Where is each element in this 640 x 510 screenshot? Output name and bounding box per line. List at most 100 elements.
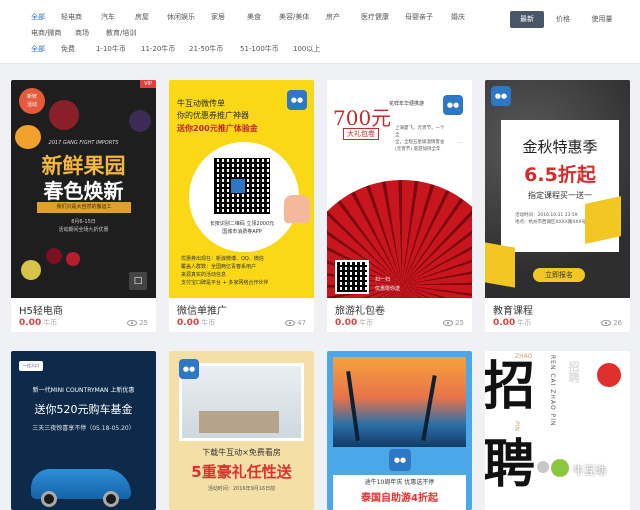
poster-address: 活动期间全场九折优惠 [58, 227, 109, 233]
poster-date: 活动时间：2016年9月16日前 [207, 486, 276, 492]
card-title[interactable]: 教育课程 [493, 302, 533, 317]
poster-details: 活动时间：2016.10.31 23:59 地点：杭州市西湖区XXXX路XXX号 [515, 213, 587, 225]
eye-icon [285, 320, 296, 326]
qr-caption: 扫一扫 [375, 277, 391, 283]
watermark-icon [537, 461, 549, 473]
poster-price: 700元 [333, 106, 392, 130]
watermark-text: 牛互动 [573, 464, 606, 477]
filter-category-medical[interactable]: 医疗健康 [361, 10, 389, 24]
sort-price-button[interactable]: 价格 [548, 11, 578, 28]
brand-logo: 一位人口 [19, 361, 43, 371]
filter-price-21-50[interactable]: 21-50牛币 [189, 42, 223, 56]
filter-category-realestate[interactable]: 房产 [326, 10, 340, 24]
poster-subtitle: 大礼包卷 [343, 128, 379, 140]
poster-brand: 牛互动微传单 [177, 99, 225, 108]
card-title[interactable]: 微信单推广 [177, 302, 227, 317]
filter-price-all[interactable]: 全部 [31, 42, 45, 56]
filter-category-leisure[interactable]: 休闲娱乐 [167, 10, 195, 24]
share-icon[interactable]: □ [129, 272, 147, 290]
template-card[interactable]: 新鲜 活动 VIP 2017 GANG FIGHT IMPORTS 新鲜果园 春… [11, 80, 156, 332]
view-count: 25 [443, 319, 464, 327]
poster-headline: 泰国自助游4折起 [361, 493, 438, 504]
sort-latest-button[interactable]: 最新 [510, 11, 544, 28]
filter-category-ecommerce[interactable]: 轻电商 [61, 10, 82, 24]
filter-price-100-plus[interactable]: 100以上 [293, 42, 320, 56]
template-card[interactable]: 700元 大礼包卷 ●● 花样年华便携游 上海夏飞，元宵节，一个全 全，全程五星… [327, 80, 472, 332]
filter-category-beauty[interactable]: 美容/美体 [279, 10, 309, 24]
filter-price-51-100[interactable]: 51-100牛币 [240, 42, 279, 56]
template-card[interactable]: 一位人口 新一代MINI COUNTRYMAN 上新优惠 送你520元购车基金 … [11, 351, 156, 510]
eye-icon [127, 320, 138, 326]
template-thumbnail[interactable]: 700元 大礼包卷 ●● 花样年华便携游 上海夏飞，元宵节，一个全 全，全程五星… [327, 80, 472, 298]
brand-logo: ●● [179, 359, 199, 379]
filter-category-food[interactable]: 美食 [247, 10, 261, 24]
car-wheel [103, 491, 119, 507]
view-count: 47 [285, 319, 306, 327]
filter-category-wechat-commerce[interactable]: 电商/微商 [31, 26, 61, 40]
qr-logo [231, 179, 245, 193]
card-price: 0.00 牛币 [19, 318, 58, 328]
filter-category-all[interactable]: 全部 [31, 10, 45, 24]
filter-price-11-20[interactable]: 11-20牛币 [141, 42, 175, 56]
filter-category-home[interactable]: 家居 [211, 10, 225, 24]
filter-panel: 全部 轻电商 汽车 房屋 休闲娱乐 家居 美食 美容/美体 房产 医疗健康 母婴… [0, 0, 640, 64]
template-thumbnail[interactable]: ZHAO 招 聘 PIN REN CAI ZHAO PIN 招聘 牛互动 [485, 351, 630, 510]
poster-date: 8月6-15日 [71, 219, 96, 225]
template-thumbnail[interactable]: ●● 下载牛互动×免费看房 5重豪礼任性送 活动时间：2016年9月16日前 [169, 351, 314, 510]
sort-usage-button[interactable]: 使用量 [584, 11, 620, 28]
poster-tagline: 新一代MINI COUNTRYMAN 上新优惠 [32, 387, 135, 394]
poster-headline: 金秋特惠季 [522, 138, 598, 156]
poster-vertical-text: ⋮ [457, 140, 463, 145]
filter-category-wedding[interactable]: 婚庆 [451, 10, 465, 24]
poster-headline: 5重豪礼任性送 [191, 463, 292, 481]
watermark-logo [551, 459, 569, 477]
brand-logo: ●● [491, 86, 511, 106]
poster-tagline: 途牛10周年庆 优惠送不停 [364, 479, 435, 486]
car-wheel [41, 491, 57, 507]
poster-side-text: 招聘 [567, 361, 580, 383]
poster-tagline: 2017 GANG FIGHT IMPORTS [48, 140, 119, 146]
qr-caption-2: 国城市消费券APP [222, 229, 262, 235]
card-title[interactable]: H5轻电商 [19, 302, 63, 317]
poster-side-text: REN CAI ZHAO PIN [549, 355, 556, 427]
red-sun [597, 363, 621, 387]
poster-headline: 你的优惠券推广神器 [177, 111, 249, 120]
poster-tagline: 下载牛互动×免费看房 [202, 448, 281, 457]
yellow-accent [485, 242, 515, 288]
template-card[interactable]: ●● 金秋特惠季 6.5折起 指定课程买一送一 活动时间：2016.10.31 … [485, 80, 630, 332]
template-thumbnail[interactable]: 牛互动微传单 你的优惠券推广神器 送你200元推广体验金 ●● 长按识别二维码 … [169, 80, 314, 298]
qr-caption-2: 优惠限你送 [375, 286, 401, 292]
filter-category-auto[interactable]: 汽车 [101, 10, 115, 24]
template-card[interactable]: ZHAO 招 聘 PIN REN CAI ZHAO PIN 招聘 牛互动 [485, 351, 630, 510]
poster-pinyin: PIN [513, 421, 520, 431]
template-thumbnail[interactable]: 新鲜 活动 VIP 2017 GANG FIGHT IMPORTS 新鲜果园 春… [11, 80, 156, 298]
filter-category-education[interactable]: 教育/培训 [106, 26, 136, 40]
promo-badge: 新鲜 活动 [19, 88, 45, 114]
filter-category-house[interactable]: 房屋 [135, 10, 149, 24]
eye-icon [601, 320, 612, 326]
filter-category-mall[interactable]: 商场 [75, 26, 89, 40]
card-title[interactable]: 旅游礼包卷 [335, 302, 385, 317]
template-card[interactable]: ●● 下载牛互动×免费看房 5重豪礼任性送 活动时间：2016年9月16日前 [169, 351, 314, 510]
template-card[interactable]: 牛互动微传单 你的优惠券推广神器 送你200元推广体验金 ●● 长按识别二维码 … [169, 80, 314, 332]
card-price: 0.00 牛币 [177, 318, 216, 328]
view-count: 25 [127, 319, 148, 327]
template-thumbnail[interactable]: ●● 途牛10周年庆 优惠送不停 泰国自助游4折起 [327, 351, 472, 510]
signup-button[interactable]: 立即报名 [533, 268, 585, 282]
filter-price-1-10[interactable]: 1-10牛币 [96, 42, 126, 56]
card-price: 0.00 牛币 [493, 318, 532, 328]
template-thumbnail[interactable]: ●● 金秋特惠季 6.5折起 指定课程买一送一 活动时间：2016.10.31 … [485, 80, 630, 298]
poster-offer: 送你200元推广体验金 [177, 124, 258, 133]
card-price: 0.00 牛币 [335, 318, 374, 328]
poster-details: 上海夏飞，元宵节，一个全 全，全程五星级温情客舍 (元宵节) 旅游加持全年 [395, 126, 445, 152]
poster-headline: 招 [485, 356, 536, 417]
qr-caption: 长按识别二维码 立领2000元 [209, 221, 275, 227]
filter-category-baby[interactable]: 母婴亲子 [405, 10, 433, 24]
brand-logo: ●● [287, 90, 307, 110]
template-card[interactable]: ●● 途牛10周年庆 优惠送不停 泰国自助游4折起 [327, 351, 472, 510]
poster-headline: 送你520元购车基金 [34, 403, 133, 416]
poster-subtitle: 我们只是大自然的搬运工 [37, 202, 131, 213]
filter-price-free[interactable]: 免费 [61, 42, 75, 56]
template-thumbnail[interactable]: 一位人口 新一代MINI COUNTRYMAN 上新优惠 送你520元购车基金 … [11, 351, 156, 510]
brand-logo: ●● [389, 449, 411, 471]
